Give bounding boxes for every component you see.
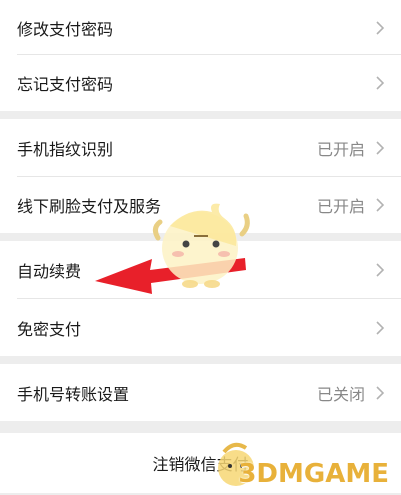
row-label: 线下刷脸支付及服务	[17, 197, 162, 216]
settings-list: 修改支付密码 忘记支付密码 手机指纹识别 已开启 线下刷脸支付及服务 已开启 自…	[0, 0, 401, 493]
chevron-right-icon	[376, 20, 385, 35]
watermark-logo: 3DMGAME	[238, 459, 389, 489]
row-label: 手机号转账设置	[17, 384, 130, 404]
row-label: 手机指纹识别	[17, 140, 114, 159]
row-forgot-pay-password[interactable]: 忘记支付密码	[0, 55, 401, 111]
chevron-right-icon	[376, 76, 385, 90]
chevron-right-icon	[376, 198, 385, 212]
settings-group-payment: 自动续费 免密支付	[0, 241, 401, 356]
row-face-pay[interactable]: 线下刷脸支付及服务 已开启	[0, 177, 401, 233]
group-separator	[0, 233, 401, 241]
group-separator	[0, 421, 401, 433]
row-label: 自动续费	[17, 262, 82, 281]
chevron-right-icon	[376, 320, 385, 335]
status-value: 已开启	[316, 197, 365, 216]
settings-group-biometric: 手机指纹识别 已开启 线下刷脸支付及服务 已开启	[0, 119, 401, 233]
settings-group-transfer: 手机号转账设置 已关闭	[0, 364, 401, 421]
chevron-right-icon	[376, 385, 385, 400]
row-fingerprint[interactable]: 手机指纹识别 已开启	[0, 119, 401, 177]
row-password-free-pay[interactable]: 免密支付	[0, 299, 401, 356]
group-separator	[0, 111, 401, 119]
status-value: 已开启	[316, 140, 365, 159]
settings-group-password: 修改支付密码 忘记支付密码	[0, 0, 401, 111]
cancel-label: 注销微信支付	[152, 455, 249, 474]
row-auto-renew[interactable]: 自动续费	[0, 241, 401, 299]
chevron-right-icon	[376, 263, 385, 277]
row-label: 免密支付	[17, 319, 82, 339]
status-value: 已关闭	[316, 384, 365, 404]
chevron-right-icon	[376, 141, 385, 155]
row-change-pay-password[interactable]: 修改支付密码	[0, 0, 401, 55]
group-separator	[0, 356, 401, 364]
row-label: 修改支付密码	[17, 19, 114, 39]
row-phone-transfer[interactable]: 手机号转账设置 已关闭	[0, 364, 401, 421]
row-label: 忘记支付密码	[17, 75, 114, 94]
